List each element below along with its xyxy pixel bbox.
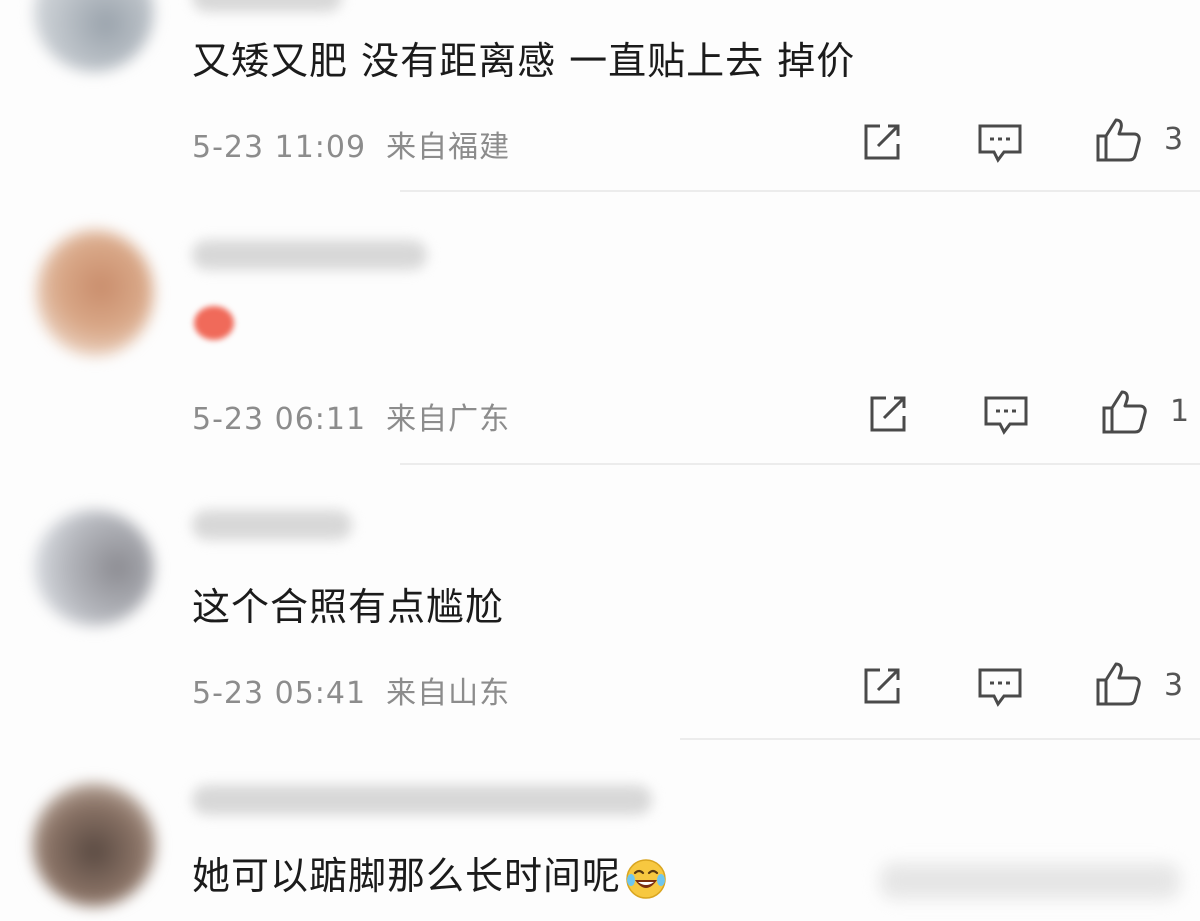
thumbs-up-icon[interactable] bbox=[1094, 660, 1142, 708]
divider bbox=[400, 463, 1200, 465]
avatar[interactable] bbox=[36, 230, 154, 356]
comment-location: 来自山东 bbox=[386, 676, 511, 711]
username-blurred[interactable] bbox=[192, 785, 652, 815]
comment-meta: 5-23 06:11 来自广东 bbox=[192, 394, 510, 438]
comment-item: 她可以踮脚那么长时间呢 bbox=[0, 745, 1200, 921]
avatar[interactable] bbox=[34, 0, 154, 72]
sticker-icon bbox=[194, 306, 234, 340]
username-blurred[interactable] bbox=[192, 0, 342, 12]
comment-item: 这个合照有点尴尬 5-23 05:41 来自山东 3 bbox=[0, 470, 1200, 740]
comment-item: 又矮又肥 没有距离感 一直贴上去 掉价 5-23 11:09 来自福建 3 bbox=[0, 0, 1200, 192]
comment-time: 5-23 11:09 bbox=[192, 130, 367, 165]
like-count: 3 bbox=[1164, 122, 1184, 157]
blurred-overlay bbox=[880, 863, 1180, 899]
comment-item: 5-23 06:11 来自广东 1 bbox=[0, 200, 1200, 465]
share-icon[interactable] bbox=[864, 390, 912, 438]
divider bbox=[400, 190, 1200, 192]
avatar[interactable] bbox=[32, 783, 156, 907]
laughing-tears-emoji-icon bbox=[626, 858, 666, 899]
comment-icon[interactable] bbox=[976, 118, 1024, 166]
comment-meta: 5-23 11:09 来自福建 bbox=[192, 122, 510, 166]
comment-icon[interactable] bbox=[982, 390, 1030, 438]
comment-feed: 又矮又肥 没有距离感 一直贴上去 掉价 5-23 11:09 来自福建 3 5-2… bbox=[0, 0, 1200, 921]
share-icon[interactable] bbox=[858, 118, 906, 166]
like-count: 3 bbox=[1164, 668, 1184, 703]
comment-text: 这个合照有点尴尬 bbox=[192, 585, 505, 629]
comment-time: 5-23 05:41 bbox=[192, 676, 367, 711]
comment-location: 来自广东 bbox=[386, 402, 511, 437]
divider bbox=[680, 738, 1200, 740]
comment-text: 又矮又肥 没有距离感 一直贴上去 掉价 bbox=[192, 39, 856, 83]
username-blurred[interactable] bbox=[192, 240, 427, 270]
comment-meta: 5-23 05:41 来自山东 bbox=[192, 668, 510, 712]
thumbs-up-icon[interactable] bbox=[1100, 388, 1148, 436]
thumbs-up-icon[interactable] bbox=[1094, 116, 1142, 164]
share-icon[interactable] bbox=[858, 662, 906, 710]
comment-icon[interactable] bbox=[976, 662, 1024, 710]
username-blurred[interactable] bbox=[192, 510, 352, 540]
like-count: 1 bbox=[1170, 394, 1190, 429]
avatar[interactable] bbox=[34, 510, 154, 626]
comment-time: 5-23 06:11 bbox=[192, 402, 367, 437]
comment-location: 来自福建 bbox=[386, 130, 511, 165]
comment-text: 她可以踮脚那么长时间呢 bbox=[192, 845, 667, 900]
comment-text-content: 她可以踮脚那么长时间呢 bbox=[192, 854, 622, 898]
